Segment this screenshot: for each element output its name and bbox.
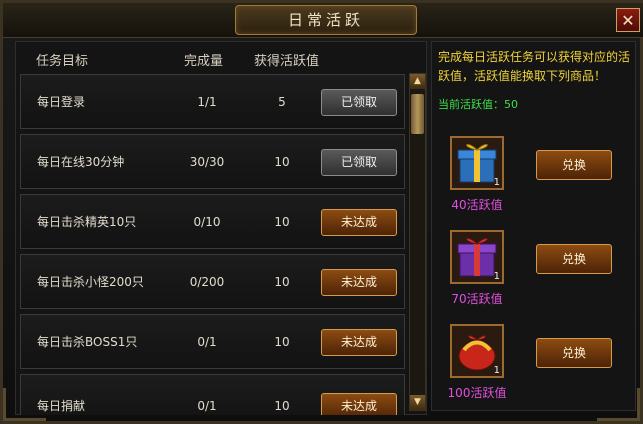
task-name: 每日击杀精英10只 bbox=[37, 215, 137, 229]
title-bar: 日常活跃 ✕ bbox=[3, 3, 643, 38]
task-points: 10 bbox=[274, 215, 290, 229]
not-achieved-button[interactable]: 未达成 bbox=[321, 329, 397, 356]
exchange-button[interactable]: 兑换 bbox=[536, 150, 612, 180]
task-progress: 0/1 bbox=[197, 399, 217, 413]
scrollbar[interactable]: ▲ ▼ bbox=[409, 73, 426, 411]
not-achieved-button[interactable]: 未达成 bbox=[321, 393, 397, 415]
table-header: 任务目标 完成量 获得活跃值 bbox=[16, 42, 426, 72]
exchange-button[interactable]: 兑换 bbox=[536, 338, 612, 368]
task-name: 每日登录 bbox=[37, 95, 86, 109]
task-points: 10 bbox=[274, 399, 290, 413]
reward-panel: 完成每日活跃任务可以获得对应的活跃值，活跃值能换取下列商品！ 当前活跃值：50 … bbox=[431, 41, 636, 411]
task-row: 每日登录 1/1 5 已领取 bbox=[20, 74, 405, 129]
task-progress: 30/30 bbox=[189, 155, 225, 169]
task-name: 每日在线30分钟 bbox=[37, 155, 125, 169]
task-points: 10 bbox=[274, 275, 290, 289]
daily-activity-window: 日常活跃 ✕ 任务目标 完成量 获得活跃值 每日登录 1/1 5 已领取 每日在… bbox=[0, 0, 643, 424]
scroll-up-arrow-icon[interactable]: ▲ bbox=[410, 74, 425, 89]
reward-cost: 100活跃值 bbox=[447, 386, 507, 400]
reward-cost: 40活跃值 bbox=[451, 198, 503, 212]
not-achieved-button[interactable]: 未达成 bbox=[321, 209, 397, 236]
task-row: 每日击杀BOSS1只 0/1 10 未达成 bbox=[20, 314, 405, 369]
window-title: 日常活跃 bbox=[235, 5, 417, 35]
reward-description: 完成每日活跃任务可以获得对应的活跃值，活跃值能换取下列商品！ bbox=[438, 50, 631, 83]
task-row: 每日捐献 0/1 10 未达成 bbox=[20, 374, 405, 415]
corner-ornament bbox=[3, 388, 46, 421]
scroll-thumb[interactable] bbox=[411, 94, 424, 134]
close-button[interactable]: ✕ bbox=[616, 8, 640, 32]
task-name: 每日击杀BOSS1只 bbox=[37, 335, 138, 349]
claimed-button[interactable]: 已领取 bbox=[321, 89, 397, 116]
current-points-label: 当前活跃值： bbox=[438, 98, 504, 111]
task-row: 每日击杀精英10只 0/10 10 未达成 bbox=[20, 194, 405, 249]
task-progress: 0/200 bbox=[189, 275, 225, 289]
header-task: 任务目标 bbox=[36, 54, 89, 69]
task-rows: 每日登录 1/1 5 已领取 每日在线30分钟 30/30 10 已领取 每日击… bbox=[18, 73, 406, 415]
task-points: 10 bbox=[274, 155, 290, 169]
task-progress: 1/1 bbox=[197, 95, 217, 109]
corner-ornament bbox=[597, 388, 640, 421]
task-progress: 0/1 bbox=[197, 335, 217, 349]
task-list-panel: 任务目标 完成量 获得活跃值 每日登录 1/1 5 已领取 每日在线30分钟 3… bbox=[15, 41, 427, 415]
header-progress: 完成量 bbox=[184, 54, 224, 69]
gift-quantity: 1 bbox=[493, 365, 500, 376]
gift-box-red-icon[interactable]: 1 bbox=[450, 324, 504, 378]
task-progress: 0/10 bbox=[193, 215, 221, 229]
task-points: 10 bbox=[274, 335, 290, 349]
reward-item: 1 40活跃值 兑换 bbox=[432, 136, 635, 230]
gift-quantity: 1 bbox=[493, 177, 500, 188]
reward-cost: 70活跃值 bbox=[451, 292, 503, 306]
current-points-value: 50 bbox=[504, 98, 518, 111]
claimed-button[interactable]: 已领取 bbox=[321, 149, 397, 176]
gift-box-blue-icon[interactable]: 1 bbox=[450, 136, 504, 190]
gift-quantity: 1 bbox=[493, 271, 500, 282]
task-name: 每日击杀小怪200只 bbox=[37, 275, 144, 289]
task-row: 每日击杀小怪200只 0/200 10 未达成 bbox=[20, 254, 405, 309]
current-points: 当前活跃值：50 bbox=[438, 96, 518, 112]
gift-box-purple-icon[interactable]: 1 bbox=[450, 230, 504, 284]
reward-item: 1 70活跃值 兑换 bbox=[432, 230, 635, 324]
header-points: 获得活跃值 bbox=[254, 54, 320, 69]
not-achieved-button[interactable]: 未达成 bbox=[321, 269, 397, 296]
scroll-down-arrow-icon[interactable]: ▼ bbox=[410, 395, 425, 410]
exchange-button[interactable]: 兑换 bbox=[536, 244, 612, 274]
task-row: 每日在线30分钟 30/30 10 已领取 bbox=[20, 134, 405, 189]
task-points: 5 bbox=[278, 95, 286, 109]
